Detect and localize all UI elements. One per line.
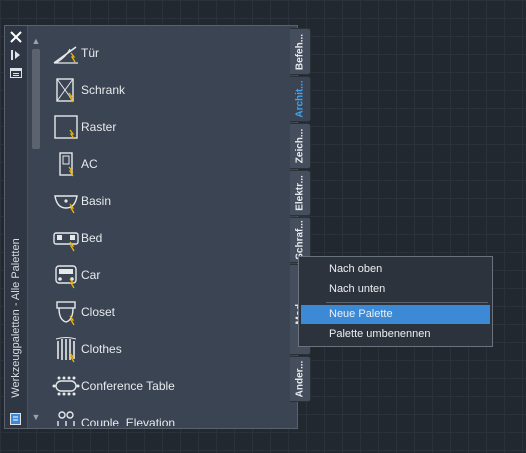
door-icon: [53, 46, 78, 64]
palette-title[interactable]: Werkzeugpaletten - Alle Paletten: [6, 238, 26, 398]
menu-item-neue-palette[interactable]: Neue Palette: [301, 305, 490, 324]
scroll-thumb[interactable]: [32, 49, 40, 149]
bed-icon: [53, 232, 79, 252]
scroll-down-icon[interactable]: ▼: [30, 411, 42, 423]
menu-item-palette-umbenennen[interactable]: Palette umbenennen: [301, 325, 490, 344]
tab-zeichnen[interactable]: Zeich...: [290, 123, 311, 169]
tool-palette: Werkzeugpaletten - Alle Paletten ▲ ▼ Tür: [4, 25, 298, 429]
ac-icon: [59, 152, 74, 177]
basin-icon: [54, 195, 78, 214]
clothes-icon: [55, 337, 77, 363]
palette-item-car[interactable]: Car: [47, 258, 277, 294]
close-icon[interactable]: [9, 30, 23, 44]
tab-andere[interactable]: Ander...: [290, 356, 311, 402]
palette-item-closet[interactable]: Closet: [47, 295, 277, 331]
palette-item-tuer[interactable]: Tür: [47, 36, 277, 72]
palette-item-couple-elevation[interactable]: Couple_Elevation: [47, 406, 277, 426]
tab-elektro[interactable]: Elektr...: [290, 170, 311, 216]
palette-item-conference-table[interactable]: Conference Table: [47, 369, 277, 405]
autohide-icon[interactable]: [9, 48, 23, 62]
palette-items: Tür Schrank Raster AC Basin Bed Car Clos…: [47, 36, 277, 426]
palette-item-bed[interactable]: Bed: [47, 221, 277, 257]
palette-item-ac[interactable]: AC: [47, 147, 277, 183]
palette-item-basin[interactable]: Basin: [47, 184, 277, 220]
palette-scrollbar[interactable]: ▲ ▼: [29, 33, 43, 425]
menu-item-nach-unten[interactable]: Nach unten: [301, 280, 490, 299]
menu-separator: [326, 302, 488, 303]
tab-architektur[interactable]: Archit...: [290, 76, 311, 122]
properties-icon[interactable]: [9, 66, 23, 80]
palette-menu-icon[interactable]: [9, 412, 23, 426]
grid-icon: [54, 115, 78, 140]
closet-icon: [56, 301, 76, 326]
palette-item-schrank[interactable]: Schrank: [47, 73, 277, 109]
scroll-up-icon[interactable]: ▲: [30, 35, 42, 47]
menu-item-nach-oben[interactable]: Nach oben: [301, 260, 490, 279]
car-icon: [55, 265, 77, 289]
palette-title-strip: Werkzeugpaletten - Alle Paletten: [5, 26, 28, 428]
palette-tabs: Befeh... Archit... Zeich... Elektr... Sc…: [290, 28, 312, 408]
conference-table-icon: [52, 376, 80, 396]
palette-item-raster[interactable]: Raster: [47, 110, 277, 146]
cabinet-icon: [56, 78, 74, 103]
couple-elevation-icon: [57, 411, 75, 426]
palette-item-clothes[interactable]: Clothes: [47, 332, 277, 368]
tab-befehle[interactable]: Befeh...: [290, 28, 311, 75]
context-menu: Nach oben Nach unten Neue Palette Palett…: [298, 256, 493, 347]
